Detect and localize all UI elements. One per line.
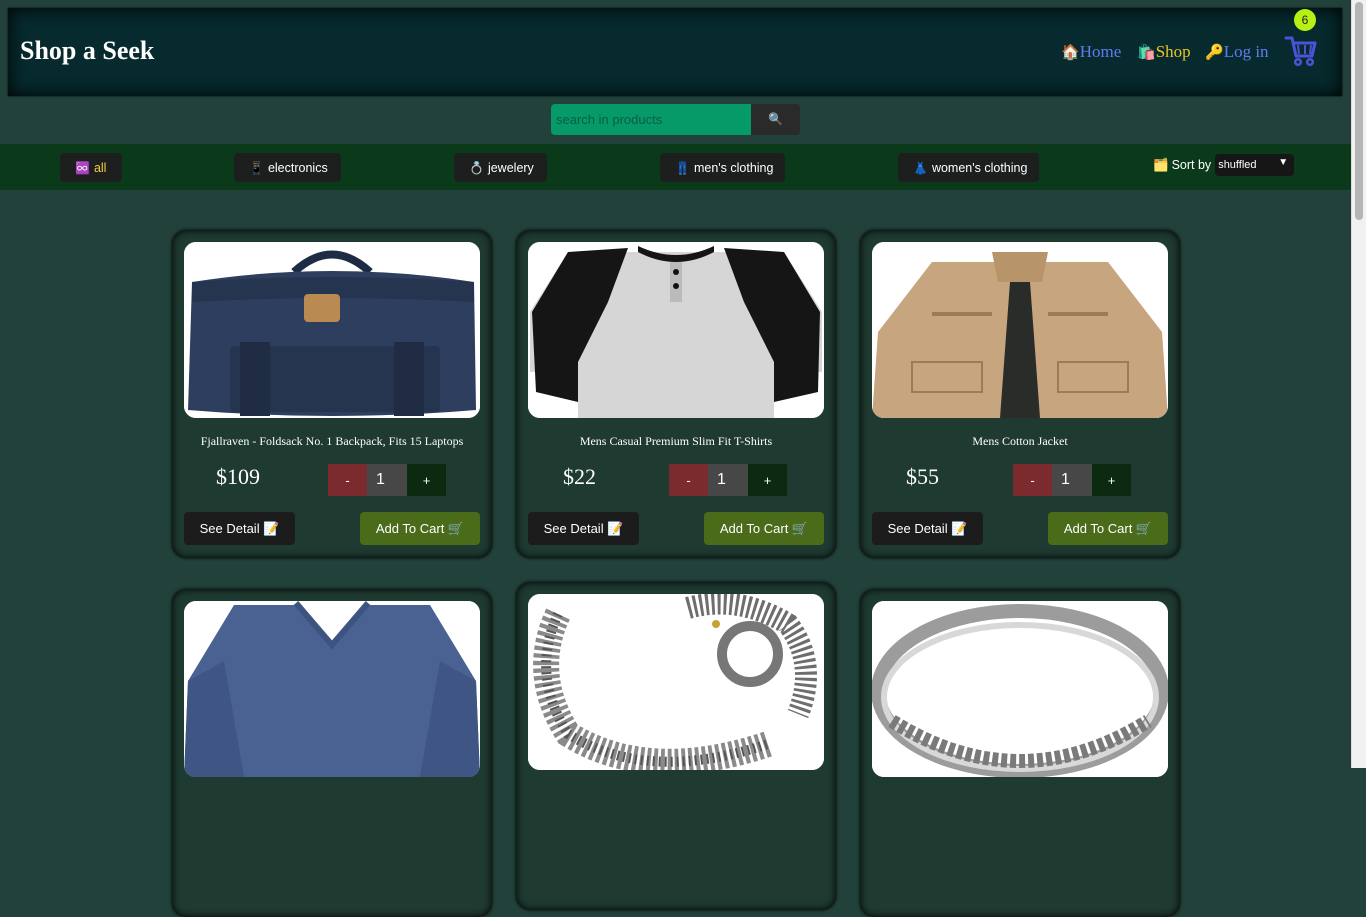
product-card [860,589,1180,917]
category-womens-clothing-button[interactable]: 👗 women's clothing [898,153,1039,182]
category-label: all [93,160,107,175]
category-label: jewelery [487,160,534,175]
search-icon: 🔍 [768,112,783,126]
product-image[interactable] [872,601,1168,777]
nav-shop-link[interactable]: 🛍️Shop [1137,42,1191,62]
add-to-cart-button[interactable]: Add To Cart 🛒 [1048,512,1168,545]
product-image[interactable] [872,242,1168,418]
cart-button[interactable] [1284,32,1318,68]
quantity-stepper: - 1 + [1013,464,1131,496]
quantity-stepper: - 1 + [669,464,787,496]
scrollbar-thumb[interactable] [1355,2,1363,220]
see-detail-button[interactable]: See Detail 📝 [528,512,639,545]
nav-login-link[interactable]: 🔑Log in [1205,42,1269,62]
category-label: electronics [267,160,328,175]
quantity-stepper: - 1 + [328,464,446,496]
cart-count-badge: 6 [1294,9,1316,31]
mobile-phone-icon: 📱 [249,160,264,175]
card-index-dividers-icon: 🗂️ [1153,157,1169,172]
cart-icon [1284,36,1317,67]
quantity-increase-button[interactable]: + [1092,464,1131,496]
nav-home-link[interactable]: 🏠Home [1061,42,1121,62]
product-image[interactable] [528,594,824,770]
quantity-decrease-button[interactable]: - [1013,464,1052,496]
nav-home-label: Home [1079,42,1122,61]
quantity-increase-button[interactable]: + [748,464,787,496]
bracelet-image [528,594,824,770]
product-title: Fjallraven - Foldsack No. 1 Backpack, Fi… [200,434,464,448]
key-icon: 🔑 [1205,45,1224,61]
quantity-input[interactable]: 1 [708,464,748,496]
product-image[interactable] [184,601,480,777]
site-header: Shop a Seek 🏠Home 🛍️Shop 🔑Log in [8,8,1342,96]
brand-title: Shop a Seek [20,36,155,65]
sort-select[interactable]: shuffled ▼ [1215,154,1295,176]
product-title: Mens Casual Premium Slim Fit T-Shirts [579,434,773,448]
product-card: Fjallraven - Foldsack No. 1 Backpack, Fi… [172,230,492,558]
category-mens-clothing-button[interactable]: 👖 men's clothing [660,153,785,182]
longsleeve-shirt-image [184,601,480,777]
category-all-button[interactable]: ♾️ all [60,153,122,182]
product-card [172,589,492,917]
add-to-cart-button[interactable]: Add To Cart 🛒 [704,512,824,545]
product-price: $22 [563,464,596,489]
category-electronics-button[interactable]: 📱 electronics [234,153,341,182]
search-button[interactable]: 🔍 [751,104,800,135]
tshirt-image [528,242,824,418]
product-card: Mens Cotton Jacket $55 - 1 + See Detail … [860,230,1180,558]
product-image[interactable] [528,242,824,418]
add-to-cart-button[interactable]: Add To Cart 🛒 [360,512,480,545]
product-title: Mens Cotton Jacket [972,434,1068,448]
category-bar: ♾️ all 📱 electronics 💍 jewelery 👖 men's clot… [0,144,1351,190]
sort-label: Sort by [1171,158,1212,172]
sort-control: 🗂️ Sort by shuffled ▼ [1153,154,1295,176]
category-jewelery-button[interactable]: 💍 jewelery [454,153,547,182]
shopping-bags-icon: 🛍️ [1137,45,1156,61]
product-price: $55 [906,464,939,489]
quantity-decrease-button[interactable]: - [328,464,367,496]
category-label: men's clothing [693,160,774,175]
nav-shop-label: Shop [1155,42,1191,61]
quantity-input[interactable]: 1 [367,464,407,496]
product-card: Mens Casual Premium Slim Fit T-Shirts $2… [516,230,836,558]
category-label: women's clothing [931,160,1028,175]
ring-icon: 💍 [469,160,484,175]
page-scrollbar[interactable] [1351,0,1366,768]
ring-image [872,601,1168,777]
infinity-icon: ♾️ [75,160,90,175]
quantity-decrease-button[interactable]: - [669,464,708,496]
search-input[interactable] [551,104,751,135]
product-image[interactable] [184,242,480,418]
quantity-input[interactable]: 1 [1052,464,1092,496]
home-icon: 🏠 [1061,45,1080,61]
chevron-down-icon: ▼ [1278,157,1289,168]
jeans-icon: 👖 [675,160,690,175]
see-detail-button[interactable]: See Detail 📝 [872,512,983,545]
sort-selected-value: shuffled [1218,159,1257,171]
backpack-image [184,242,480,418]
see-detail-button[interactable]: See Detail 📝 [184,512,295,545]
product-price: $109 [216,464,260,489]
dress-icon: 👗 [913,160,928,175]
nav-login-label: Log in [1223,42,1269,61]
jacket-image [872,242,1168,418]
quantity-increase-button[interactable]: + [407,464,446,496]
product-card [516,582,836,910]
